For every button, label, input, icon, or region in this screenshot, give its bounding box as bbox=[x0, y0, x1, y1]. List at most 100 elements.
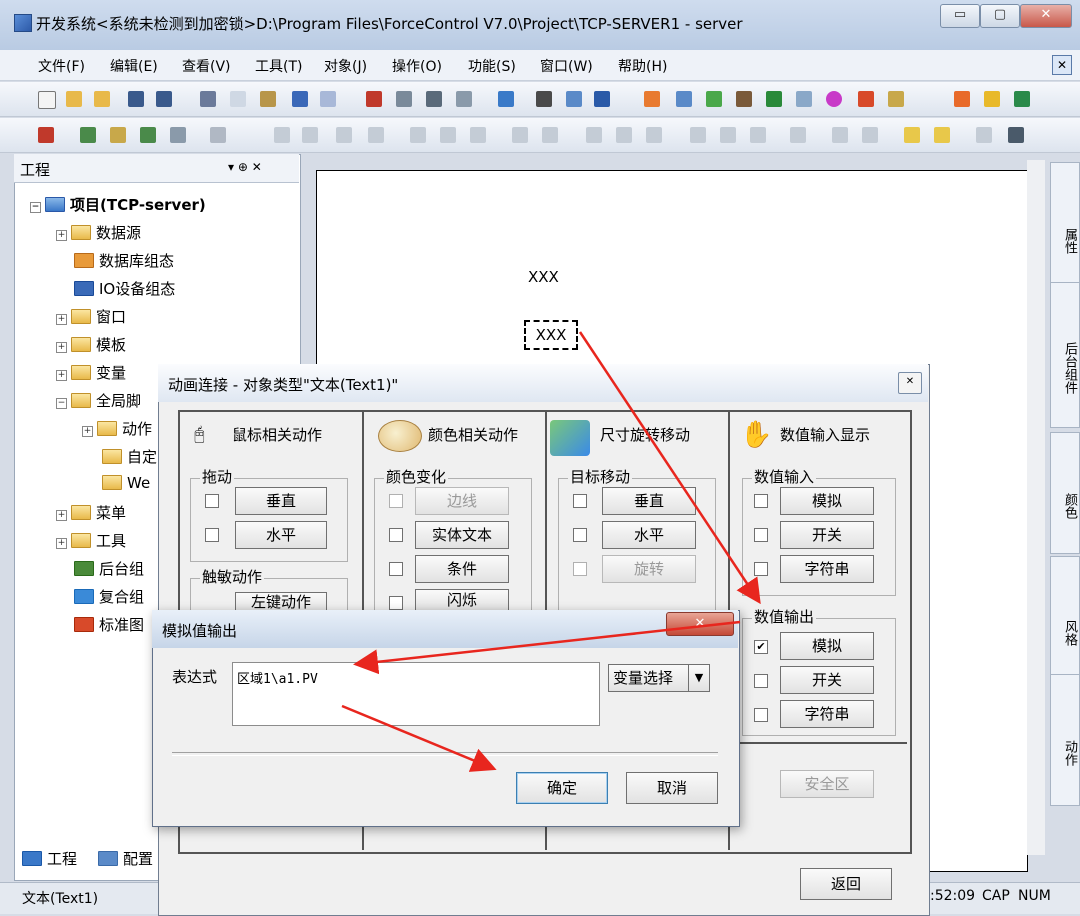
collapse-icon[interactable]: − bbox=[30, 202, 41, 213]
move-vertical-button[interactable]: 垂直 bbox=[602, 487, 696, 515]
network-icon[interactable] bbox=[1014, 91, 1030, 107]
align-right-icon[interactable] bbox=[302, 127, 318, 143]
return-button[interactable]: 返回 bbox=[800, 868, 892, 900]
dropdown-arrow-icon[interactable]: ▼ bbox=[688, 665, 709, 691]
move-vertical-checkbox[interactable] bbox=[573, 494, 587, 508]
align-top-icon[interactable] bbox=[336, 127, 352, 143]
vertical-scrollbar[interactable] bbox=[1027, 160, 1045, 855]
redo-icon[interactable] bbox=[320, 91, 336, 107]
draw-icon[interactable] bbox=[566, 91, 582, 107]
group-icon[interactable] bbox=[80, 127, 96, 143]
tree-item-custom[interactable]: 自定 bbox=[102, 446, 157, 467]
tab-properties[interactable]: 属性 bbox=[1050, 162, 1080, 294]
same-height-icon[interactable] bbox=[616, 127, 632, 143]
animation-dialog-close-button[interactable]: ✕ bbox=[898, 372, 922, 394]
copy-icon[interactable] bbox=[230, 91, 246, 107]
save-all-icon[interactable] bbox=[156, 91, 172, 107]
condition-button[interactable]: 条件 bbox=[415, 555, 509, 583]
tree-item-action[interactable]: + 动作 bbox=[82, 418, 152, 439]
window-icon[interactable] bbox=[594, 91, 610, 107]
space-h-icon[interactable] bbox=[512, 127, 528, 143]
edge-checkbox[interactable] bbox=[389, 494, 403, 508]
canvas-text-2-selected[interactable]: XXX bbox=[524, 320, 578, 350]
display-icon[interactable] bbox=[1008, 127, 1024, 143]
blink-checkbox[interactable] bbox=[389, 596, 403, 610]
center-icon[interactable] bbox=[470, 127, 486, 143]
flip-v-icon[interactable] bbox=[720, 127, 736, 143]
menu-view[interactable]: 查看(V) bbox=[182, 56, 231, 76]
flip-h-icon[interactable] bbox=[690, 127, 706, 143]
chart-icon[interactable] bbox=[426, 91, 442, 107]
input-string-checkbox[interactable] bbox=[754, 562, 768, 576]
component-icon[interactable] bbox=[796, 91, 812, 107]
output-analog-button[interactable]: 模拟 bbox=[780, 632, 874, 660]
space-v-icon[interactable] bbox=[542, 127, 558, 143]
expression-input[interactable]: 区域1\a1.PV bbox=[232, 662, 600, 726]
input-analog-checkbox[interactable] bbox=[754, 494, 768, 508]
globe-icon[interactable] bbox=[766, 91, 782, 107]
drag-horizontal-checkbox[interactable] bbox=[205, 528, 219, 542]
tab-project[interactable]: 工程 bbox=[22, 848, 77, 869]
tree-item-project[interactable]: − 项目(TCP-server) bbox=[30, 194, 206, 215]
tab-color[interactable]: 颜色 bbox=[1050, 432, 1080, 554]
tools-icon[interactable] bbox=[736, 91, 752, 107]
send-back-icon[interactable] bbox=[934, 127, 950, 143]
tab-config[interactable]: 配置 bbox=[98, 848, 154, 869]
tab-style[interactable]: 风格 bbox=[1050, 556, 1080, 684]
grid-icon[interactable] bbox=[456, 91, 472, 107]
drag-vertical-button[interactable]: 垂直 bbox=[235, 487, 327, 515]
panel-pin-close-icon[interactable]: ▾ ⊕ ✕ bbox=[228, 160, 262, 174]
blink-button[interactable]: 闪烁 bbox=[415, 589, 509, 611]
move-horizontal-checkbox[interactable] bbox=[573, 528, 587, 542]
bar-chart-icon[interactable] bbox=[984, 91, 1000, 107]
safe-zone-button[interactable]: 安全区 bbox=[780, 770, 874, 798]
maximize-button[interactable]: ▢ bbox=[980, 4, 1020, 28]
find-icon[interactable] bbox=[536, 91, 552, 107]
frame2-icon[interactable] bbox=[862, 127, 878, 143]
move-horizontal-button[interactable]: 水平 bbox=[602, 521, 696, 549]
tree-item-global-script[interactable]: − 全局脚 bbox=[56, 390, 141, 411]
folder-icon[interactable] bbox=[94, 91, 110, 107]
tree-item-database[interactable]: 数据库组态 bbox=[74, 250, 174, 271]
tree-item-io-device[interactable]: IO设备组态 bbox=[74, 278, 175, 299]
rotate-button[interactable]: 旋转 bbox=[602, 555, 696, 583]
tree-item-template[interactable]: + 模板 bbox=[56, 334, 126, 355]
expand-icon[interactable]: + bbox=[56, 538, 67, 549]
output-string-checkbox[interactable] bbox=[754, 708, 768, 722]
import-icon[interactable] bbox=[38, 127, 54, 143]
download-icon[interactable] bbox=[706, 91, 722, 107]
tree-item-window[interactable]: + 窗口 bbox=[56, 306, 126, 327]
center-v-icon[interactable] bbox=[440, 127, 456, 143]
expand-icon[interactable]: + bbox=[56, 510, 67, 521]
same-size-icon[interactable] bbox=[646, 127, 662, 143]
snap-icon[interactable] bbox=[790, 127, 806, 143]
expand-icon[interactable]: + bbox=[56, 370, 67, 381]
tree-item-background[interactable]: 后台组 bbox=[74, 558, 144, 579]
menu-window[interactable]: 窗口(W) bbox=[540, 56, 593, 76]
align-left-icon[interactable] bbox=[274, 127, 290, 143]
condition-checkbox[interactable] bbox=[389, 562, 403, 576]
menu-file[interactable]: 文件(F) bbox=[38, 56, 85, 76]
ok-button[interactable]: 确定 bbox=[516, 772, 608, 804]
close-window-button[interactable]: ✕ bbox=[1020, 4, 1072, 28]
output-switch-button[interactable]: 开关 bbox=[780, 666, 874, 694]
analog-output-close-button[interactable]: ✕ bbox=[666, 612, 734, 636]
config-icon[interactable] bbox=[676, 91, 692, 107]
menu-operate[interactable]: 操作(O) bbox=[392, 56, 442, 76]
canvas-text-1[interactable]: XXX bbox=[528, 268, 559, 286]
screen-icon[interactable] bbox=[644, 91, 660, 107]
minimize-button[interactable]: ▭ bbox=[940, 4, 980, 28]
menu-object[interactable]: 对象(J) bbox=[324, 56, 367, 76]
tree-item-web[interactable]: We bbox=[102, 474, 150, 492]
menu-tools[interactable]: 工具(T) bbox=[255, 56, 302, 76]
tree-item-standard-graphic[interactable]: 标准图 bbox=[74, 614, 144, 635]
input-analog-button[interactable]: 模拟 bbox=[780, 487, 874, 515]
mdi-close-icon[interactable]: ✕ bbox=[1052, 55, 1072, 75]
keyboard-icon[interactable] bbox=[396, 91, 412, 107]
input-switch-button[interactable]: 开关 bbox=[780, 521, 874, 549]
style-icon[interactable] bbox=[858, 91, 874, 107]
output-string-button[interactable]: 字符串 bbox=[780, 700, 874, 728]
cancel-button[interactable]: 取消 bbox=[626, 772, 718, 804]
cut-icon[interactable] bbox=[200, 91, 216, 107]
collapse-icon[interactable]: − bbox=[56, 398, 67, 409]
